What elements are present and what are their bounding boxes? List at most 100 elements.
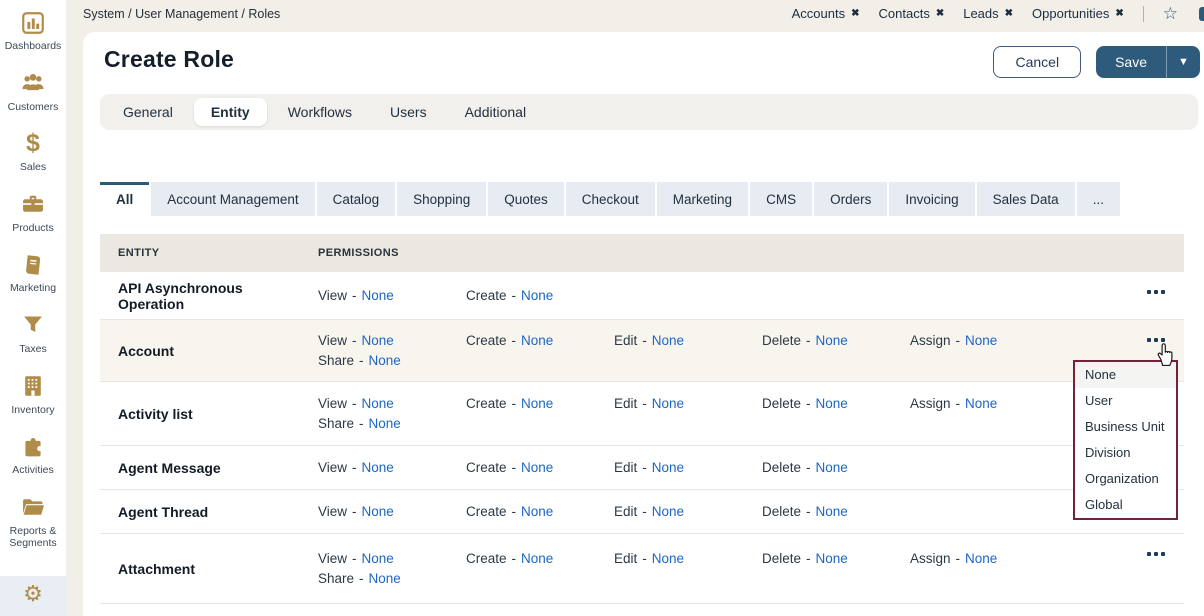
sidebar-item-activities[interactable]: Activities [0, 424, 66, 485]
permission-value-link[interactable]: None [369, 416, 401, 431]
permission-value-link[interactable]: None [369, 571, 401, 586]
sidebar-item-reports-segments[interactable]: Reports & Segments [0, 485, 66, 558]
category-tab-quotes[interactable]: Quotes [488, 182, 564, 216]
permission-value-link[interactable]: None [521, 396, 553, 411]
permission-value-link[interactable]: None [965, 551, 997, 566]
entity-name: API Asynchronous Operation [118, 279, 243, 312]
dropdown-option-organization[interactable]: Organization [1075, 466, 1176, 492]
category-tab-cms[interactable]: CMS [750, 182, 813, 216]
permission-value-link[interactable]: None [816, 396, 848, 411]
close-icon[interactable]: ✖ [851, 8, 859, 19]
permissions-table: ENTITY PERMISSIONS API Asynchronous Oper… [100, 234, 1184, 604]
permission-value-link[interactable]: None [521, 460, 553, 475]
breadcrumb[interactable]: System / User Management / Roles [83, 7, 280, 21]
sidebar-item-sales[interactable]: $ Sales [0, 121, 66, 182]
top-bar: System / User Management / Roles Account… [66, 0, 1204, 27]
permission-value-link[interactable]: None [362, 504, 394, 519]
sidebar-item-label: Reports & Segments [9, 524, 57, 550]
permission-value-link[interactable]: None [652, 551, 684, 566]
table-row: Agent Thread View - None Create - None Edit -… [100, 490, 1184, 534]
column-header-entity: ENTITY [118, 247, 160, 259]
category-tab-catalog[interactable]: Catalog [316, 182, 396, 216]
table-row: Agent Message View - None Create - None Edit… [100, 446, 1184, 490]
permission-value-link[interactable]: None [816, 460, 848, 475]
permission-value-link[interactable]: None [965, 396, 997, 411]
sidebar-item-taxes[interactable]: Taxes [0, 303, 66, 364]
more-actions-button[interactable] [1144, 549, 1168, 559]
save-button[interactable]: Save [1096, 46, 1166, 78]
sidebar-item-dashboards[interactable]: Dashboards [0, 0, 66, 61]
sidebar-item-label: Sales [19, 161, 47, 174]
sidebar-item-inventory[interactable]: Inventory [0, 364, 66, 425]
permission-value-link[interactable]: None [652, 504, 684, 519]
permission-value-link[interactable]: None [816, 333, 848, 348]
header-actions: Cancel Save ▼ [993, 46, 1200, 78]
permission-value-link[interactable]: None [652, 396, 684, 411]
puzzle-icon [20, 433, 46, 460]
bar-chart-icon [20, 9, 46, 36]
table-header: ENTITY PERMISSIONS [100, 234, 1184, 272]
entity-name: Agent Thread [118, 503, 209, 520]
close-icon[interactable]: ✖ [1115, 8, 1123, 19]
dollar-icon: $ [26, 129, 40, 158]
permission-value-link[interactable]: None [369, 353, 401, 368]
pinned-tab-opportunities[interactable]: Opportunities ✖ [1032, 6, 1124, 21]
more-actions-button[interactable] [1144, 335, 1168, 345]
category-tab-all[interactable]: All [100, 182, 150, 216]
save-dropdown-button[interactable]: ▼ [1167, 46, 1200, 78]
category-tab-orders[interactable]: Orders [814, 182, 888, 216]
dropdown-option-business-unit[interactable]: Business Unit [1075, 414, 1176, 440]
category-tab-more[interactable]: ... [1076, 182, 1120, 216]
favorite-star-icon[interactable]: ☆ [1163, 5, 1178, 22]
divider [1142, 5, 1144, 22]
dropdown-option-none[interactable]: None [1075, 362, 1176, 388]
pinned-tab-leads[interactable]: Leads ✖ [963, 6, 1013, 21]
category-tab-invoicing[interactable]: Invoicing [889, 182, 975, 216]
category-tab-checkout[interactable]: Checkout [565, 182, 655, 216]
building-icon [20, 373, 46, 400]
permission-value-link[interactable]: None [816, 504, 848, 519]
category-tabs: All Account Management Catalog Shopping … [100, 182, 1120, 216]
permission-value-link[interactable]: None [652, 333, 684, 348]
permission-value-link[interactable]: None [362, 396, 394, 411]
tab-workflows[interactable]: Workflows [271, 98, 369, 126]
category-tab-account-management[interactable]: Account Management [151, 182, 315, 216]
category-tab-sales-data[interactable]: Sales Data [976, 182, 1075, 216]
permission-value-link[interactable]: None [521, 504, 553, 519]
permission-value-link[interactable]: None [521, 333, 553, 348]
permission-value-link[interactable]: None [362, 288, 394, 303]
permission-value-link[interactable]: None [521, 288, 553, 303]
permission-value-link[interactable]: None [362, 551, 394, 566]
tab-additional[interactable]: Additional [448, 98, 544, 126]
more-actions-button[interactable] [1144, 287, 1168, 297]
permission-value-link[interactable]: None [362, 333, 394, 348]
close-icon[interactable]: ✖ [1005, 8, 1013, 19]
page-title: Create Role [104, 46, 235, 72]
sidebar-item-marketing[interactable]: Marketing [0, 242, 66, 303]
book-icon [20, 251, 46, 278]
sidebar-item-customers[interactable]: Customers [0, 61, 66, 122]
tab-general[interactable]: General [106, 98, 190, 126]
permission-value-link[interactable]: None [816, 551, 848, 566]
permission-value-link[interactable]: None [652, 460, 684, 475]
close-icon[interactable]: ✖ [936, 8, 944, 19]
tab-entity[interactable]: Entity [193, 98, 267, 126]
permission-value-link[interactable]: None [965, 333, 997, 348]
permission-value-link[interactable]: None [521, 551, 553, 566]
sidebar-item-products[interactable]: Products [0, 182, 66, 243]
dropdown-option-user[interactable]: User [1075, 388, 1176, 414]
pinned-tab-contacts[interactable]: Contacts ✖ [879, 6, 945, 21]
sidebar-item-settings[interactable]: ⚙ [0, 576, 66, 616]
cancel-button[interactable]: Cancel [993, 46, 1082, 78]
entity-name: Attachment [118, 560, 196, 577]
permission-value-link[interactable]: None [362, 460, 394, 475]
entity-name: Account [118, 342, 174, 359]
pinned-tab-accounts[interactable]: Accounts ✖ [792, 6, 860, 21]
category-tab-marketing[interactable]: Marketing [656, 182, 749, 216]
dropdown-option-division[interactable]: Division [1075, 440, 1176, 466]
tab-users[interactable]: Users [373, 98, 444, 126]
chevron-down-icon: ▼ [1178, 56, 1189, 68]
dropdown-option-global[interactable]: Global [1075, 492, 1176, 518]
partial-icon[interactable] [1199, 6, 1204, 21]
category-tab-shopping[interactable]: Shopping [397, 182, 487, 216]
